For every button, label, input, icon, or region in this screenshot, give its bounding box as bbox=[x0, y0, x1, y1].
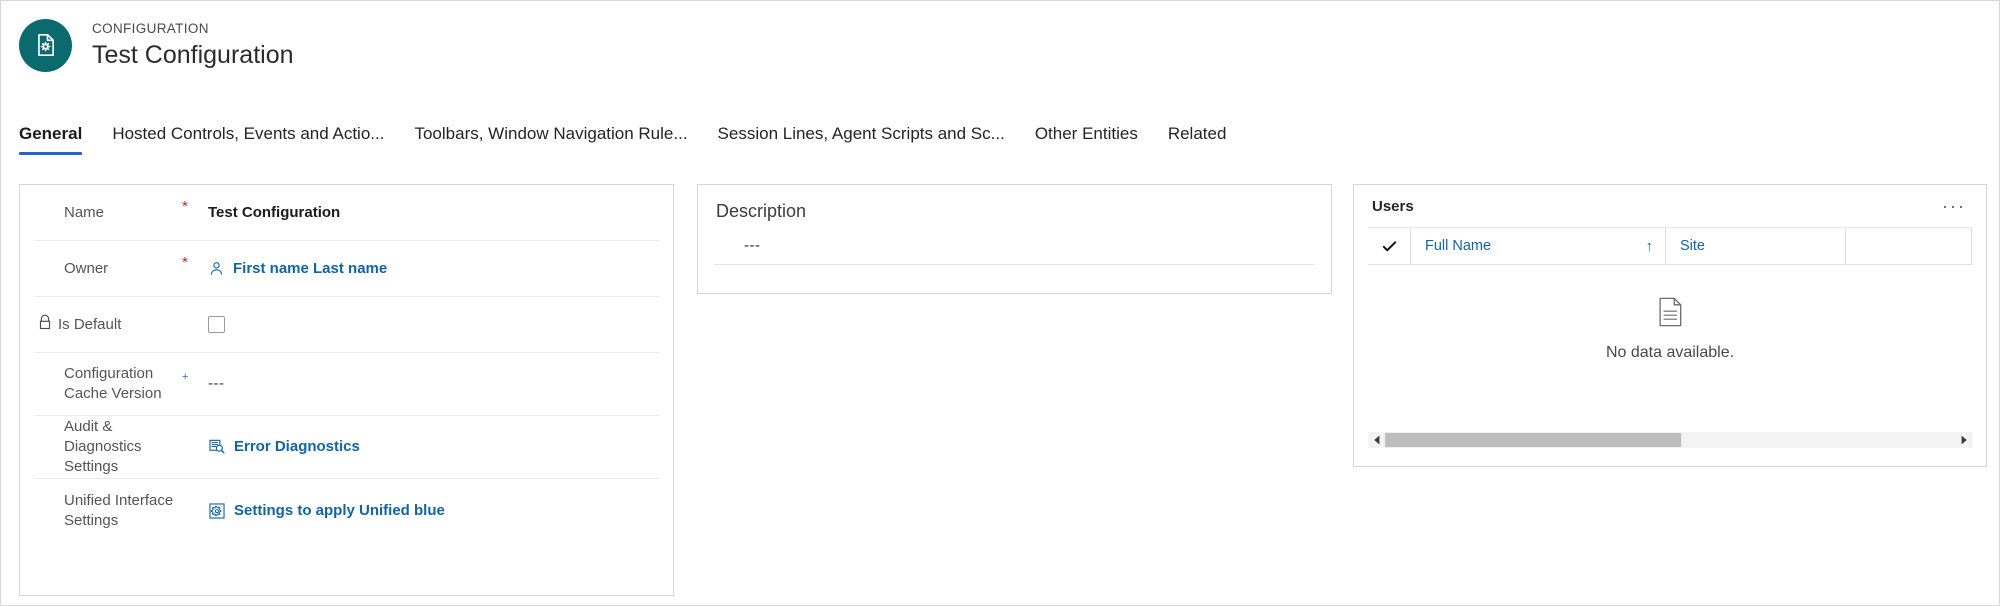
is-default-checkbox[interactable] bbox=[208, 316, 225, 333]
general-field-list: Name * Test Configuration Owner * First … bbox=[20, 185, 673, 542]
field-row-configuration-cache-version: Configuration Cache Version + --- bbox=[34, 353, 659, 416]
field-row-name: Name * Test Configuration bbox=[34, 185, 659, 241]
description-section-panel: Description --- bbox=[697, 184, 1332, 294]
column-header-site[interactable]: Site bbox=[1665, 228, 1845, 264]
tab-session-lines[interactable]: Session Lines, Agent Scripts and Sc... bbox=[718, 121, 1005, 155]
person-icon bbox=[208, 260, 225, 277]
required-indicator-audit-diagnostics-settings bbox=[182, 416, 208, 431]
is-default-label-text: Is Default bbox=[58, 315, 122, 333]
field-row-audit-diagnostics-settings: Audit & Diagnostics Settings Error Diagn… bbox=[34, 416, 659, 479]
field-value-configuration-cache-version[interactable]: --- bbox=[208, 374, 659, 394]
field-value-name[interactable]: Test Configuration bbox=[208, 203, 659, 223]
scroll-right-arrow-icon[interactable] bbox=[1955, 435, 1972, 445]
field-row-unified-interface-settings: Unified Interface Settings Settings to a… bbox=[34, 479, 659, 542]
required-indicator-unified-interface-settings bbox=[182, 479, 208, 494]
page-title: Test Configuration bbox=[92, 41, 294, 69]
required-indicator-name: * bbox=[182, 198, 188, 215]
general-section-panel: Name * Test Configuration Owner * First … bbox=[19, 184, 674, 596]
description-divider bbox=[714, 264, 1315, 265]
page-header: CONFIGURATION Test Configuration bbox=[1, 1, 1999, 89]
document-icon bbox=[1657, 297, 1684, 332]
required-indicator-owner: * bbox=[182, 254, 188, 271]
field-label-configuration-cache-version: Configuration Cache Version bbox=[64, 365, 162, 402]
field-value-is-default bbox=[208, 316, 659, 333]
column-header-extra[interactable] bbox=[1845, 228, 1972, 264]
field-value-audit-diagnostics-settings: Error Diagnostics bbox=[208, 437, 659, 457]
more-commands-icon[interactable]: ··· bbox=[1942, 197, 1966, 215]
field-value-owner: First name Last name bbox=[208, 259, 659, 279]
field-label-audit-diagnostics-settings: Audit & Diagnostics Settings bbox=[64, 418, 142, 475]
field-value-unified-interface-settings: Settings to apply Unified blue bbox=[208, 501, 659, 521]
header-text-block: CONFIGURATION Test Configuration bbox=[92, 20, 294, 70]
users-grid-header-row: Full Name ↑ Site bbox=[1368, 227, 1972, 265]
scrollbar-thumb[interactable] bbox=[1385, 433, 1682, 447]
document-settings-icon bbox=[19, 18, 72, 72]
gear-box-icon bbox=[208, 502, 226, 520]
tab-toolbars[interactable]: Toolbars, Window Navigation Rule... bbox=[414, 121, 687, 155]
field-label-is-default: Is Default bbox=[34, 314, 182, 336]
configuration-form-page: CONFIGURATION Test Configuration General… bbox=[0, 0, 2000, 606]
description-label: Description bbox=[716, 201, 807, 221]
scroll-left-arrow-icon[interactable] bbox=[1368, 435, 1385, 445]
tab-other-entities[interactable]: Other Entities bbox=[1035, 121, 1138, 155]
users-subgrid-header: Users ··· bbox=[1354, 185, 1986, 227]
error-diagnostics-link[interactable]: Error Diagnostics bbox=[234, 437, 360, 457]
tab-general[interactable]: General bbox=[19, 121, 83, 155]
select-all-checkmark-icon[interactable] bbox=[1368, 238, 1410, 255]
lock-icon bbox=[38, 314, 52, 336]
tab-hosted-controls[interactable]: Hosted Controls, Events and Actio... bbox=[112, 121, 384, 155]
column-header-site-label: Site bbox=[1680, 238, 1705, 254]
description-value[interactable]: --- bbox=[698, 223, 1331, 255]
field-row-is-default: Is Default bbox=[34, 297, 659, 353]
tab-strip: General Hosted Controls, Events and Acti… bbox=[1, 121, 1999, 161]
diagnostics-icon bbox=[208, 438, 226, 456]
entity-type-label: CONFIGURATION bbox=[92, 21, 209, 36]
users-subgrid-panel: Users ··· Full Name ↑ Site No data avail… bbox=[1353, 184, 1987, 467]
field-label-name: Name bbox=[64, 203, 105, 221]
recommended-indicator-configuration-cache-version: + bbox=[182, 371, 189, 383]
column-header-full-name[interactable]: Full Name ↑ bbox=[1410, 228, 1665, 264]
users-grid-empty-state: No data available. bbox=[1354, 265, 1986, 393]
empty-state-message: No data available. bbox=[1605, 343, 1735, 361]
field-label-owner: Owner bbox=[64, 259, 109, 277]
scrollbar-track[interactable] bbox=[1385, 432, 1955, 448]
field-row-owner: Owner * First name Last name bbox=[34, 241, 659, 297]
users-grid-horizontal-scrollbar[interactable] bbox=[1368, 432, 1972, 448]
unified-interface-settings-link[interactable]: Settings to apply Unified blue bbox=[234, 501, 445, 521]
column-header-full-name-label: Full Name bbox=[1425, 238, 1492, 254]
field-label-unified-interface-settings: Unified Interface Settings bbox=[64, 491, 174, 529]
required-indicator-is-default bbox=[182, 297, 208, 312]
owner-lookup-link[interactable]: First name Last name bbox=[233, 259, 387, 279]
sort-ascending-icon: ↑ bbox=[1645, 237, 1654, 255]
tab-related[interactable]: Related bbox=[1168, 121, 1227, 155]
users-subgrid-title: Users bbox=[1372, 197, 1414, 215]
